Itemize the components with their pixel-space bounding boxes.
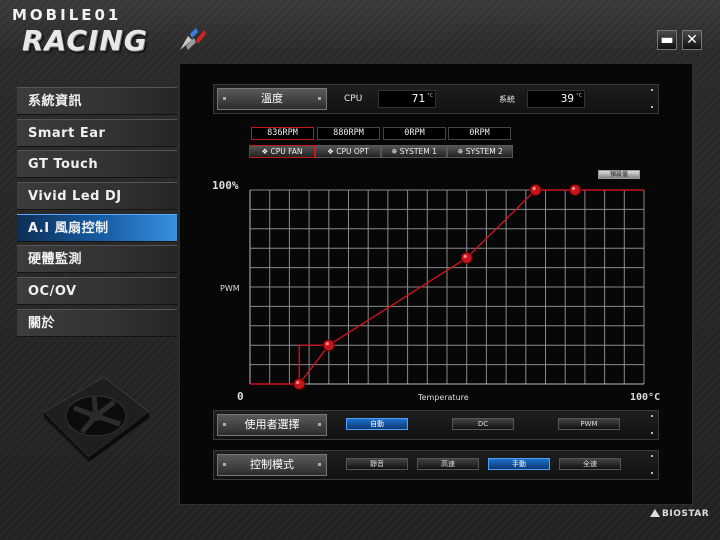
fan-icon: ✵ <box>457 147 466 156</box>
fan-rpm-system-2: 0RPM <box>448 127 511 140</box>
fan-tab-system-1[interactable]: ✵ SYSTEM 1 <box>381 145 447 158</box>
fan-rpm-cpu-opt: 880RPM <box>317 127 380 140</box>
sidebar-item-hardware-monitor[interactable]: 硬體監測 <box>17 245 177 274</box>
watermark: MOBILE01 <box>12 6 122 24</box>
cpu-temp-unit: °C <box>426 93 433 99</box>
user-select-bar: 使用者選擇 自動 DC PWM <box>213 410 659 440</box>
fan-rpm-row: 836RPM 880RPM 0RPM 0RPM <box>249 127 511 140</box>
fan-icon: ✵ <box>391 147 400 156</box>
fan-illustration-icon <box>43 376 150 462</box>
fan-curve-point[interactable] <box>293 378 306 390</box>
fan-curve-point[interactable] <box>569 184 582 196</box>
sidebar-item-label: Vivid Led DJ <box>28 189 122 205</box>
sensor-bar: 溫度 CPU 71 °C 系統 39 °C <box>213 84 659 114</box>
mode-manual[interactable]: 手動 <box>488 458 550 470</box>
cpu-temp-value: 71 °C <box>378 90 436 108</box>
chart-grid <box>249 189 645 385</box>
x-tick-label-min: 0 <box>237 390 244 403</box>
sidebar-item-vivid-led-dj[interactable]: Vivid Led DJ <box>17 182 177 211</box>
sidebar-item-system-info[interactable]: 系統資訊 <box>17 87 177 115</box>
sidebar-item-oc-ov[interactable]: OC/OV <box>17 277 177 306</box>
sidebar-item-label: GT Touch <box>28 157 99 173</box>
sidebar-item-smart-ear[interactable]: Smart Ear <box>17 118 177 147</box>
fan-tab-cpu-fan[interactable]: ❖ CPU FAN <box>249 145 315 158</box>
sidebar-item-ai-fan-control[interactable]: A.I 風扇控制 <box>17 213 177 242</box>
fan-icon: ❖ <box>327 147 337 156</box>
fan-curve-point[interactable] <box>529 184 542 196</box>
mode-high-speed[interactable]: 高速 <box>417 458 479 470</box>
x-tick-label-max: 100°C <box>630 392 660 403</box>
system-temp-unit: °C <box>575 93 582 99</box>
racing-flag-icon <box>180 28 206 50</box>
close-button[interactable]: ✕ <box>682 30 702 50</box>
system-temp-value: 39 °C <box>527 90 585 108</box>
fan-icon: ❖ <box>261 147 271 156</box>
sidebar-item-label: 硬體監測 <box>28 252 83 268</box>
fan-curve-point-highlight <box>325 342 329 346</box>
biostar-logo: BIOSTAR <box>650 509 709 519</box>
temperature-button[interactable]: 溫度 <box>217 88 327 110</box>
fan-curve-point-highlight <box>571 186 576 191</box>
minimize-button[interactable]: ▬ <box>657 30 677 50</box>
fan-curve-point-highlight <box>463 254 467 258</box>
fan-rpm-cpu-fan: 836RPM <box>251 127 314 140</box>
fan-curve-point[interactable] <box>322 339 335 352</box>
sidebar-item-label: A.I 風扇控制 <box>28 220 109 236</box>
sidebar-item-label: Smart Ear <box>28 125 106 141</box>
fan-tab-cpu-opt[interactable]: ❖ CPU OPT <box>315 145 381 158</box>
user-select-button[interactable]: 使用者選擇 <box>217 414 327 436</box>
mode-full-speed[interactable]: 全速 <box>559 458 621 470</box>
bar-dots <box>651 89 654 123</box>
bar-dots <box>651 415 654 449</box>
fan-select-row: ❖ CPU FAN ❖ CPU OPT ✵ SYSTEM 1 ✵ SYSTEM … <box>249 145 513 158</box>
system-temp-label: 系統 <box>499 95 515 104</box>
fan-tab-system-2[interactable]: ✵ SYSTEM 2 <box>447 145 513 158</box>
sidebar-item-label: 系統資訊 <box>28 94 83 109</box>
racing-logo: RACING <box>22 24 212 60</box>
sidebar-item-about[interactable]: 關於 <box>17 308 177 337</box>
biostar-triangle-icon <box>650 509 660 517</box>
y-axis-label: PWM <box>220 284 240 293</box>
mode-silent[interactable]: 靜音 <box>346 458 408 470</box>
sidebar-item-gt-touch[interactable]: GT Touch <box>17 150 177 179</box>
fan-curve-point-highlight <box>532 186 536 191</box>
option-dc[interactable]: DC <box>452 418 514 430</box>
app-window: MOBILE01 RACING ▬ ✕ 系統資訊 Smart Ear GT To… <box>0 0 720 540</box>
logo-text: RACING <box>22 24 148 57</box>
cpu-temp-label: CPU <box>344 94 363 104</box>
sidebar-item-label: OC/OV <box>28 284 77 300</box>
fan-curve-point-highlight <box>296 380 300 385</box>
sidebar-item-label: 關於 <box>28 315 56 331</box>
fan-rpm-system-1: 0RPM <box>383 127 446 140</box>
bar-dots <box>651 455 654 489</box>
option-auto[interactable]: 自動 <box>346 418 408 430</box>
control-mode-bar: 控制模式 靜音 高速 手動 全速 <box>213 450 659 480</box>
y-tick-label: 100% <box>212 179 239 192</box>
fan-curve-point[interactable] <box>460 251 473 264</box>
sidebar: 系統資訊 Smart Ear GT Touch Vivid Led DJ A.I… <box>17 87 177 341</box>
fan-curve-chart[interactable]: 100% PWM 0 Temperature 100°C <box>210 172 660 410</box>
x-axis-label: Temperature <box>417 393 469 402</box>
control-mode-button[interactable]: 控制模式 <box>217 454 327 476</box>
option-pwm[interactable]: PWM <box>558 418 620 430</box>
